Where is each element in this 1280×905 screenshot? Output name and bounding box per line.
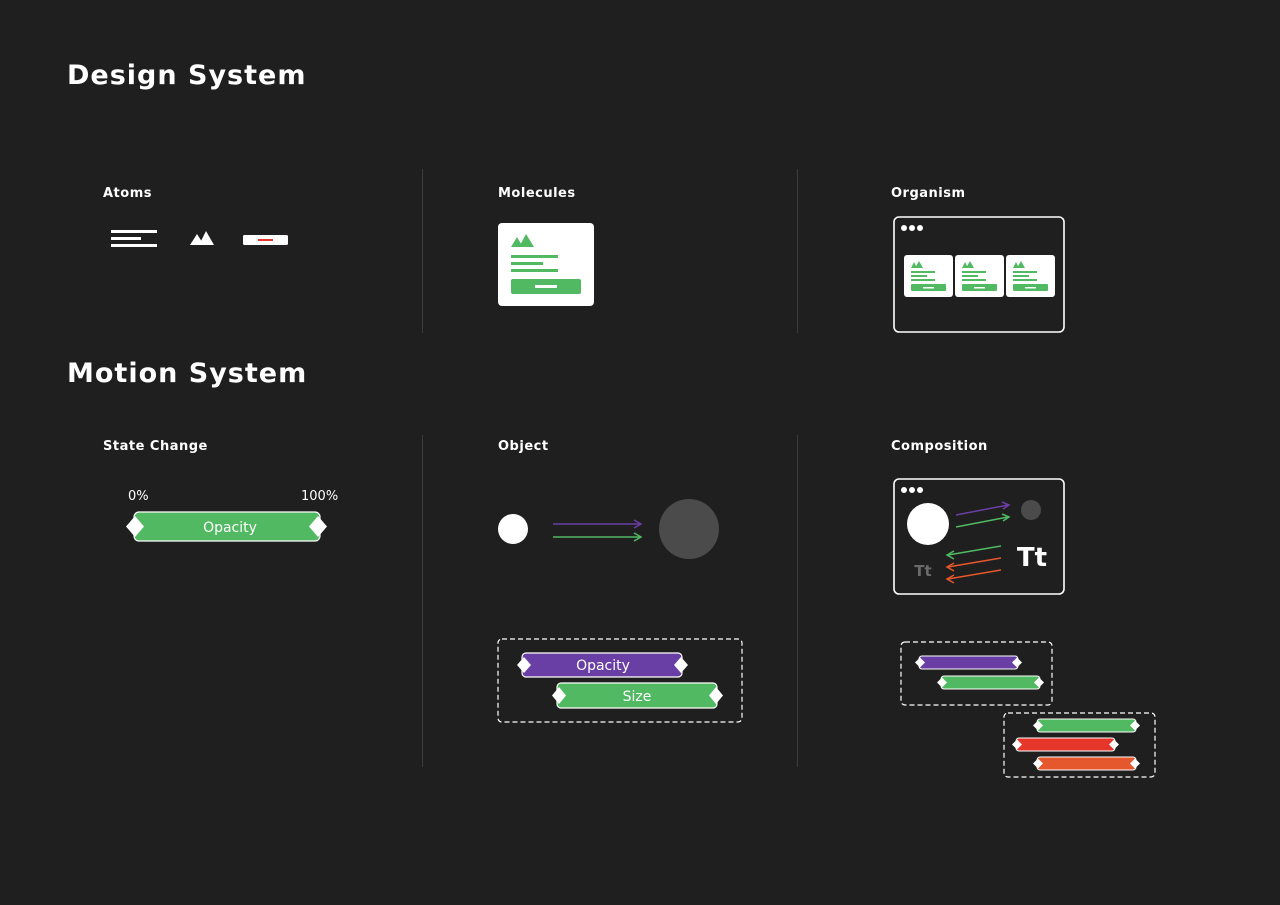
green-track (937, 675, 1044, 690)
size-track-label: Size (623, 689, 652, 705)
composition-window: Tt Tt (893, 478, 1065, 595)
divider (797, 435, 798, 767)
object-timeline: Opacity Size (497, 638, 743, 723)
arrow-right-icon (553, 532, 643, 542)
text-lines-icon (111, 230, 157, 247)
state-change-track: Opacity (126, 511, 327, 542)
mini-card (955, 255, 1004, 297)
window-dots-icon (901, 225, 923, 231)
end-percent-label: 100% (301, 489, 339, 504)
large-circle-icon (907, 503, 949, 545)
atoms-label: Atoms (103, 186, 152, 201)
design-system-title: Design System (67, 60, 307, 91)
red-track (1012, 737, 1119, 752)
object-transform-illustration (498, 499, 719, 559)
molecule-card (498, 223, 594, 306)
state-change-label: State Change (103, 439, 208, 454)
typography-small-icon: Tt (914, 562, 931, 580)
purple-track (915, 655, 1022, 670)
opacity-track: Opacity (517, 652, 688, 678)
image-mountain-icon (190, 231, 214, 245)
state-change-track-label: Opacity (203, 520, 257, 536)
organism-label: Organism (891, 186, 966, 201)
green-track (1033, 718, 1140, 733)
mini-card (1006, 255, 1055, 297)
typography-large-icon: Tt (1017, 543, 1047, 573)
divider (797, 169, 798, 333)
opacity-track-label: Opacity (576, 658, 630, 674)
composition-label: Composition (891, 439, 988, 454)
mini-card (904, 255, 953, 297)
window-dots-icon (901, 487, 923, 493)
orange-track (1033, 756, 1140, 771)
composition-timeline-top (900, 641, 1053, 706)
size-track: Size (552, 682, 723, 709)
motion-system-title: Motion System (67, 358, 308, 389)
divider (422, 435, 423, 767)
organism-window (893, 216, 1065, 333)
small-circle-icon (1021, 500, 1041, 520)
large-circle-icon (659, 499, 719, 559)
small-circle-icon (498, 514, 528, 544)
arrow-right-icon (553, 519, 643, 529)
molecules-label: Molecules (498, 186, 576, 201)
atoms-illustration (111, 230, 288, 247)
composition-timeline-bottom (1003, 712, 1156, 778)
start-percent-label: 0% (128, 489, 149, 504)
button-atom-icon (243, 235, 288, 245)
object-label: Object (498, 439, 549, 454)
divider (422, 169, 423, 333)
